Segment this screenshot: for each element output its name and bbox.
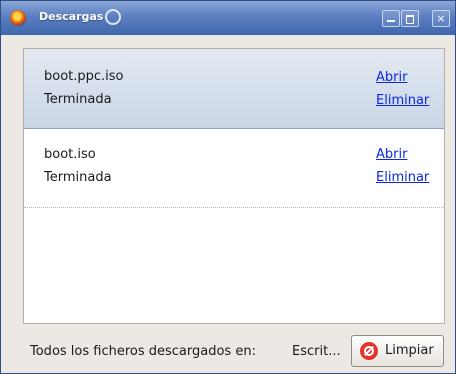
remove-link[interactable]: Eliminar xyxy=(376,170,429,185)
remove-link[interactable]: Eliminar xyxy=(376,93,429,108)
download-status: Terminada xyxy=(44,92,112,107)
downloads-list[interactable]: boot.ppc.iso Terminada Abrir Eliminar bo… xyxy=(23,48,445,324)
download-filename: boot.ppc.iso xyxy=(44,69,124,84)
download-status: Terminada xyxy=(44,170,112,185)
title-bar[interactable]: Descargas × xyxy=(1,1,455,35)
download-item-selected[interactable]: boot.ppc.iso Terminada Abrir Eliminar xyxy=(24,49,444,129)
swirl-icon xyxy=(105,9,121,25)
stop-icon xyxy=(360,342,378,360)
open-link[interactable]: Abrir xyxy=(376,70,407,85)
firefox-icon[interactable] xyxy=(10,10,26,26)
window-title: Descargas xyxy=(39,10,104,23)
minimize-button[interactable] xyxy=(382,10,400,27)
clear-button-label: Limpiar xyxy=(385,343,434,358)
downloads-window: Descargas × boot.ppc.iso Terminada Abrir… xyxy=(0,0,456,374)
download-filename: boot.iso xyxy=(44,147,96,162)
close-button[interactable]: × xyxy=(432,10,450,27)
clear-button[interactable]: Limpiar xyxy=(351,335,444,367)
download-location-value: Escrit... xyxy=(292,344,341,359)
open-link[interactable]: Abrir xyxy=(376,147,407,162)
download-location-label: Todos los ficheros descargados en: xyxy=(30,344,256,359)
download-item[interactable]: boot.iso Terminada Abrir Eliminar xyxy=(24,129,444,208)
maximize-button[interactable] xyxy=(401,10,419,27)
